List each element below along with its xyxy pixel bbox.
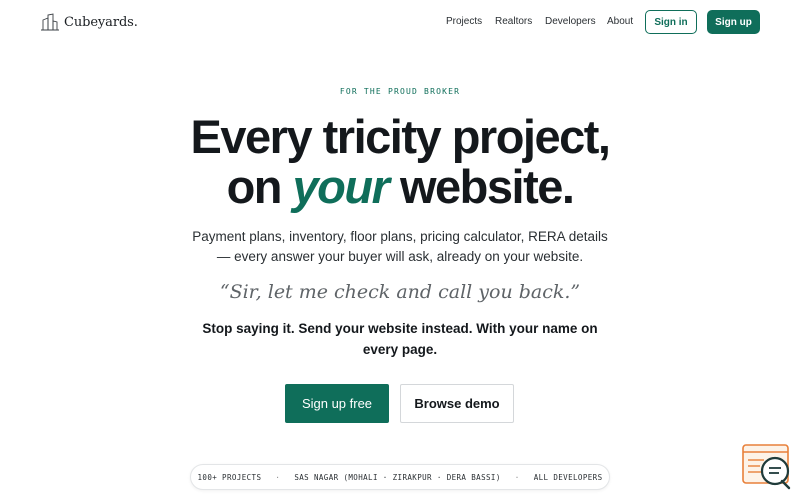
headline-accent-word: your (292, 160, 390, 213)
ticker-item-developers: ALL DEVELOPERS (533, 472, 603, 482)
browse-demo-button[interactable]: Browse demo (400, 384, 514, 423)
hero-callout: Stop saying it. Send your website instea… (202, 321, 598, 357)
headline-end: website. (399, 160, 575, 213)
sign-in-button[interactable]: Sign in (645, 10, 697, 34)
ticker-item-locations: SAS NAGAR (MOHALI · ZIRAKPUR · DERA BASS… (294, 472, 501, 482)
headline-line-1: Every tricity project, (190, 110, 611, 163)
hero-eyebrow: FOR THE PROUD BROKER (339, 87, 461, 96)
nav-link-realtors[interactable]: Realtors (495, 14, 532, 30)
site-header: Cubeyards. Projects Realtors Developers … (0, 0, 800, 44)
hero-subtext: Payment plans, inventory, floor plans, p… (192, 229, 608, 264)
nav-link-about[interactable]: About (607, 14, 633, 30)
ticker-separator: · (275, 472, 281, 482)
hero-headline: Every tricity project, on your website. (0, 112, 800, 212)
stats-ticker: 100+ PROJECTS · SAS NAGAR (MOHALI · ZIRA… (190, 464, 610, 490)
ticker-separator: · (514, 472, 520, 482)
sign-up-button[interactable]: Sign up (707, 10, 760, 34)
chat-support-icon (742, 444, 791, 490)
sign-up-free-button[interactable]: Sign up free (285, 384, 389, 423)
chat-support-widget[interactable] (742, 444, 792, 490)
nav-link-projects[interactable]: Projects (446, 14, 482, 30)
hero-quote: “Sir, let me check and call you back.” (219, 281, 581, 303)
ticker-item-projects: 100+ PROJECTS (197, 472, 262, 482)
nav-link-developers[interactable]: Developers (545, 14, 596, 30)
headline-on: on (226, 160, 283, 213)
